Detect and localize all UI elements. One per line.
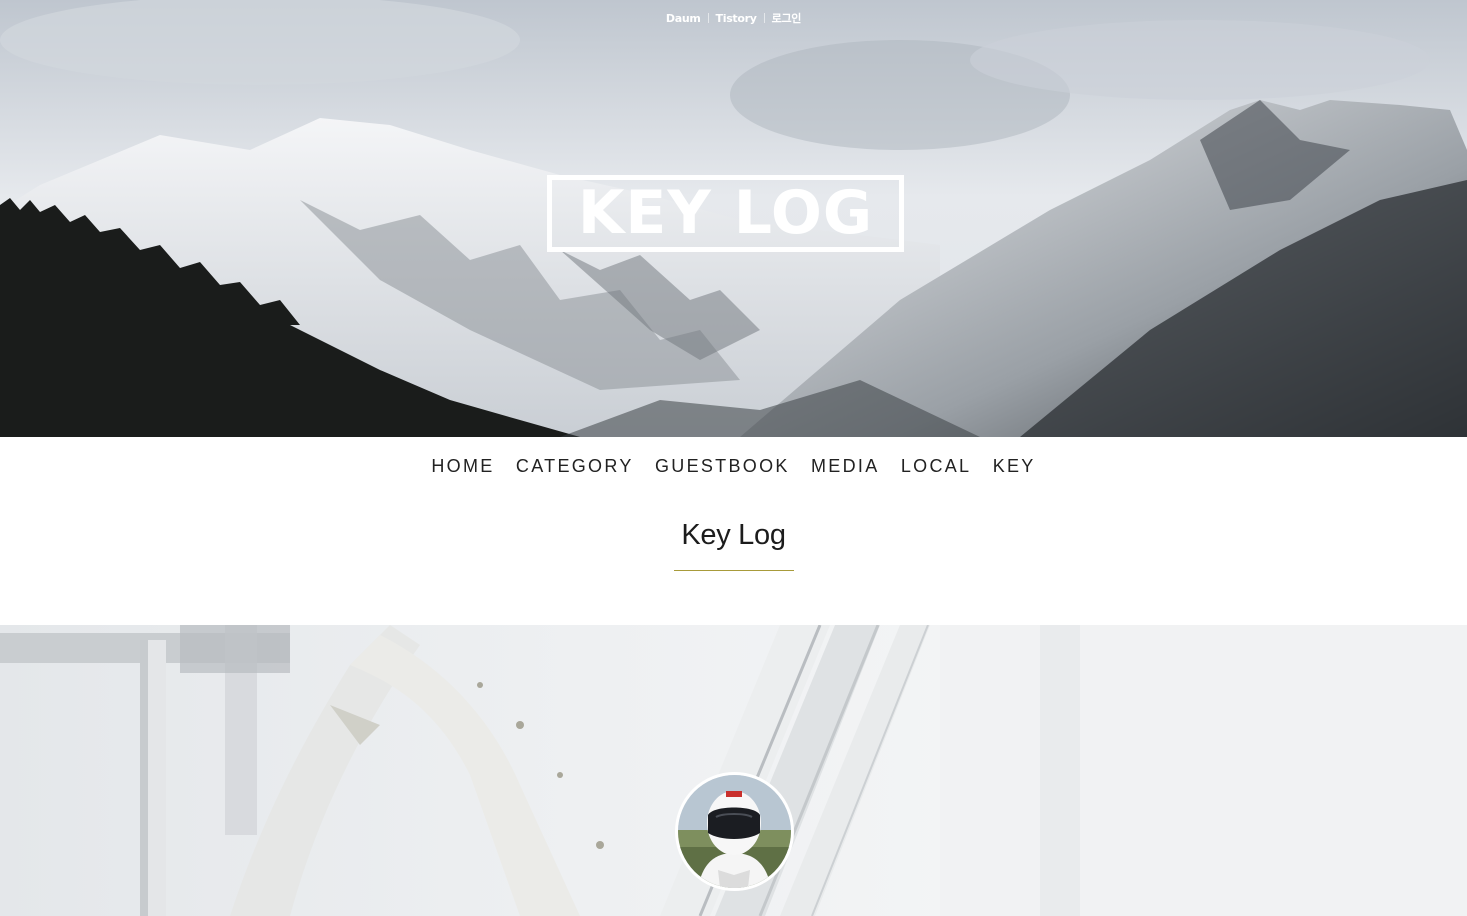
main-nav: HOME CATEGORY GUESTBOOK MEDIA LOCAL KEY — [0, 456, 1467, 477]
link-divider — [707, 13, 709, 23]
nav-item-category[interactable]: CATEGORY — [516, 456, 634, 477]
site-logo[interactable]: KEY LOG — [547, 175, 904, 252]
nav-item-local[interactable]: LOCAL — [901, 456, 972, 477]
nav-item-media[interactable]: MEDIA — [811, 456, 880, 477]
login-link[interactable]: 로그인 — [772, 10, 802, 26]
nav-item-home[interactable]: HOME — [431, 456, 494, 477]
profile-banner — [0, 625, 1467, 916]
site-logo-text: KEY LOG — [577, 178, 874, 248]
title-underline — [674, 570, 794, 571]
nav-item-guestbook[interactable]: GUESTBOOK — [655, 456, 790, 477]
helmet-driver-avatar-image — [678, 775, 791, 888]
tistory-link[interactable]: Tistory — [716, 12, 757, 25]
profile-avatar[interactable] — [675, 772, 794, 891]
top-links: Daum Tistory 로그인 — [0, 10, 1467, 26]
link-divider — [763, 13, 765, 23]
hero-banner: Daum Tistory 로그인 KEY LOG — [0, 0, 1467, 437]
nav-item-key[interactable]: KEY — [993, 456, 1036, 477]
daum-link[interactable]: Daum — [666, 12, 701, 25]
blog-title[interactable]: Key Log — [0, 519, 1467, 552]
